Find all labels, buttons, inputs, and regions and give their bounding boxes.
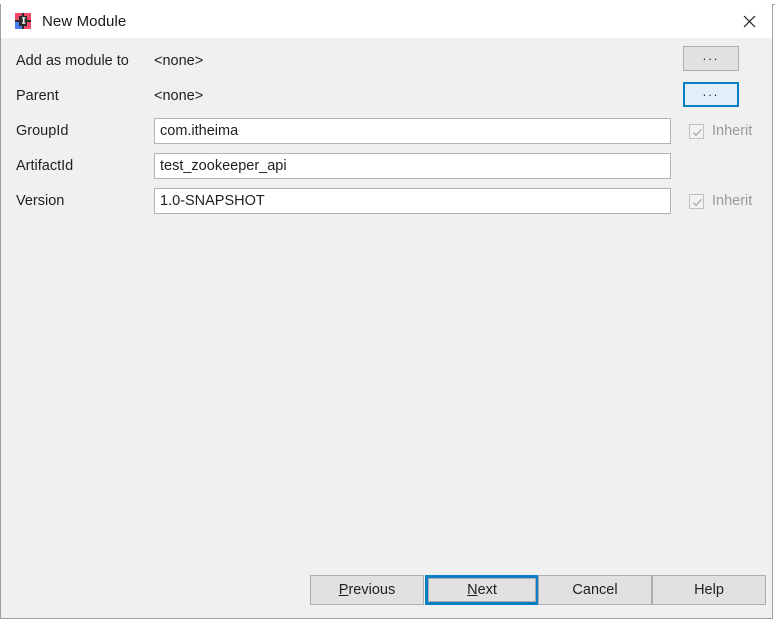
browse-button-parent[interactable]: ... <box>683 82 739 107</box>
value-add-as-module-to: <none> <box>154 53 203 69</box>
form-row-parent: Parent <none> <box>1 83 772 109</box>
next-button[interactable]: Next <box>425 575 539 605</box>
help-button-label: Help <box>694 582 724 598</box>
form-row-add-as-module-to: Add as module to <none> <box>1 48 772 74</box>
next-button-label: Next <box>467 582 497 598</box>
dialog-title-bar: New Module <box>1 4 772 38</box>
label-add-as-module-to: Add as module to <box>16 53 129 69</box>
inherit-label: Inherit <box>712 193 752 209</box>
value-parent: <none> <box>154 88 203 104</box>
cancel-button[interactable]: Cancel <box>538 575 652 605</box>
version-input[interactable]: 1.0-SNAPSHOT <box>154 188 671 214</box>
label-parent: Parent <box>16 88 59 104</box>
previous-button[interactable]: Previous <box>310 575 424 605</box>
close-icon[interactable] <box>726 4 772 38</box>
help-button[interactable]: Help <box>652 575 766 605</box>
form-row-groupid: GroupId com.itheima <box>1 118 772 144</box>
intellij-idea-icon <box>15 13 31 29</box>
dialog-button-bar: Previous Next Cancel Help <box>1 575 772 607</box>
new-module-dialog: New Module Add as module to <none> ... P… <box>0 4 773 619</box>
form-row-version: Version 1.0-SNAPSHOT <box>1 188 772 214</box>
inherit-checkbox-groupid[interactable]: Inherit <box>689 121 752 141</box>
checkbox-box <box>689 124 704 139</box>
browse-button-add-as-module-to[interactable]: ... <box>683 46 739 71</box>
inherit-label: Inherit <box>712 123 752 139</box>
label-version: Version <box>16 193 64 209</box>
module-form: Add as module to <none> ... Parent <none… <box>1 38 772 618</box>
checkbox-box <box>689 194 704 209</box>
artifactid-input[interactable]: test_zookeeper_api <box>154 153 671 179</box>
browse-button-label: ... <box>703 89 720 95</box>
groupid-input[interactable]: com.itheima <box>154 118 671 144</box>
label-groupid: GroupId <box>16 123 68 139</box>
previous-button-label: Previous <box>339 582 395 598</box>
form-row-artifactid: ArtifactId test_zookeeper_api <box>1 153 772 179</box>
cancel-button-label: Cancel <box>572 582 617 598</box>
browse-button-label: ... <box>703 53 720 59</box>
inherit-checkbox-version[interactable]: Inherit <box>689 191 752 211</box>
label-artifactid: ArtifactId <box>16 158 73 174</box>
dialog-title: New Module <box>42 13 126 30</box>
